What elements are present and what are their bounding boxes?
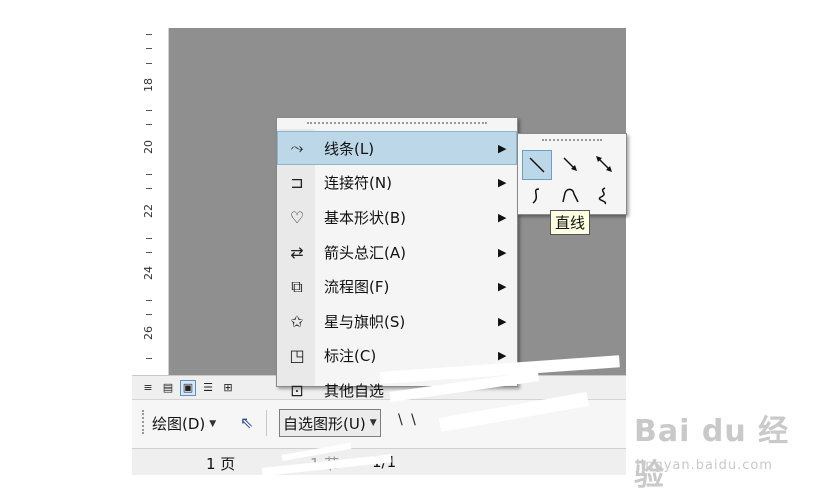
scribble-icon[interactable] — [590, 182, 618, 210]
menu-item-label: 基本形状(B) — [324, 209, 406, 227]
line-icon[interactable] — [522, 150, 552, 180]
draw-menu-label: 绘图(D) — [152, 415, 206, 433]
connectors-icon: ⊐ — [290, 173, 304, 192]
toolbar-separator — [266, 410, 267, 436]
watermark-brand: Bai du 经验 — [634, 414, 790, 493]
baidu-watermark: Bai du 经验 jingyan.baidu.com — [634, 402, 804, 493]
menu-item-connectors[interactable]: ⊐ 连接符(N) ▶ — [278, 166, 516, 199]
more-autoshapes-icon: ⊡ — [290, 381, 304, 400]
menu-item-label: 连接符(N) — [324, 174, 392, 192]
menu-item-lines[interactable]: ⤳ 线条(L) ▶ — [277, 131, 517, 165]
callouts-icon: ◳ — [289, 346, 305, 365]
menu-item-block-arrows[interactable]: ⇄ 箭头总汇(A) ▶ — [278, 236, 516, 269]
lines-icon: ⤳ — [290, 138, 304, 157]
select-objects-icon[interactable]: ⇖ — [240, 413, 253, 432]
submenu-arrow-icon: ▶ — [498, 176, 507, 189]
ruler-number: 20 — [142, 140, 155, 154]
menu-item-stars-banners[interactable]: ✩ 星与旗帜(S) ▶ — [278, 305, 516, 338]
menu-grip[interactable] — [307, 122, 487, 127]
block-arrows-icon: ⇄ — [290, 243, 304, 262]
draw-menu-button[interactable]: 绘图(D) ▼ — [152, 413, 216, 434]
submenu-arrow-icon: ▶ — [498, 349, 507, 362]
submenu-arrow-icon: ▶ — [498, 280, 507, 293]
vertical-ruler: 18 20 22 24 26 — [132, 28, 169, 375]
menu-item-label: 标注(C) — [324, 347, 377, 365]
flowchart-icon: ⧉ — [291, 276, 303, 296]
submenu-arrow-icon: ▶ — [498, 211, 507, 224]
line-tooltip: 直线 — [550, 210, 591, 235]
ruler-number: 26 — [142, 326, 155, 340]
double-arrow-icon[interactable] — [590, 150, 618, 178]
autoshapes-button[interactable]: 自选图形(U) ▼ — [279, 409, 381, 437]
menu-item-label: 流程图(F) — [324, 278, 390, 296]
stars-banners-icon: ✩ — [290, 312, 304, 331]
watermark-url: jingyan.baidu.com — [636, 458, 773, 473]
arrow-icon[interactable] — [556, 150, 584, 178]
toolbar-grip[interactable] — [142, 410, 147, 434]
outline-view-icon[interactable]: ☰ — [200, 380, 216, 396]
menu-item-basic-shapes[interactable]: ♡ 基本形状(B) ▶ — [278, 201, 516, 234]
reading-view-icon[interactable]: ⊞ — [220, 380, 236, 396]
submenu-arrow-icon: ▶ — [498, 315, 507, 328]
chevron-down-icon: ▼ — [369, 418, 377, 428]
autoshapes-menu: ⤳ 线条(L) ▶ ⊐ 连接符(N) ▶ ♡ 基本形状(B) ▶ ⇄ 箭头总汇(… — [276, 117, 518, 400]
status-page: 1 页 — [206, 455, 236, 473]
normal-view-icon[interactable]: ≡ — [140, 380, 156, 396]
line-tool-icon[interactable]: \ \ — [398, 412, 418, 428]
chevron-down-icon: ▼ — [209, 418, 217, 429]
menu-item-label: 星与旗帜(S) — [324, 313, 406, 331]
submenu-grip[interactable] — [542, 139, 602, 141]
lines-submenu — [517, 133, 627, 215]
submenu-arrow-icon: ▶ — [498, 141, 507, 155]
curve-icon[interactable] — [522, 182, 550, 210]
freeform-icon[interactable] — [556, 182, 584, 210]
submenu-arrow-icon: ▶ — [498, 246, 507, 259]
menu-item-flowchart[interactable]: ⧉ 流程图(F) ▶ — [278, 270, 516, 303]
ruler-number: 24 — [142, 266, 155, 280]
menu-item-label: 箭头总汇(A) — [324, 244, 406, 262]
ruler-number: 22 — [142, 204, 155, 218]
basic-shapes-icon: ♡ — [289, 208, 305, 227]
menu-item-label: 线条(L) — [324, 139, 375, 158]
web-view-icon[interactable]: ▤ — [160, 380, 176, 396]
autoshapes-label: 自选图形(U) — [283, 414, 366, 433]
ruler-number: 18 — [142, 78, 155, 92]
print-view-icon[interactable]: ▣ — [180, 379, 196, 396]
